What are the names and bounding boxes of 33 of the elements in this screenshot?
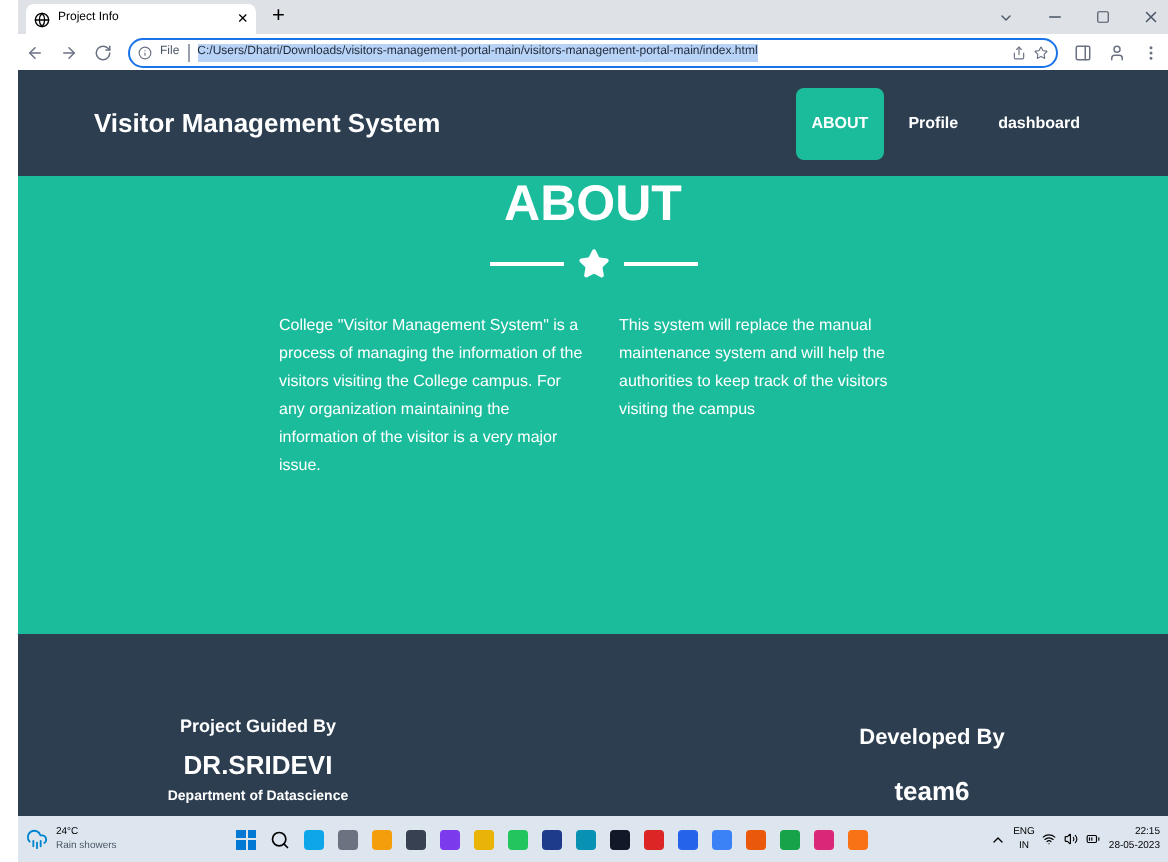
footer-heading: Developed By [859,724,1005,754]
nav-link[interactable]: dashboard [982,87,1096,159]
new-tab-button[interactable]: + [272,0,285,34]
app-icon[interactable] [406,829,427,849]
footer-heading: Project Guided By [179,714,337,740]
info-icon [138,45,152,59]
about-paragraph: This system will replace the manual maintenance system and will help the authorities to keep track of the visitors visiting the campus [619,314,890,422]
side-panel-icon[interactable] [1074,43,1092,61]
restore-icon[interactable] [1096,10,1110,24]
nav-link[interactable]: Profile [892,87,975,159]
reload-icon[interactable] [94,43,112,61]
app-icon[interactable] [542,829,563,849]
about-heading: ABOUT [504,176,682,232]
close-tab-button[interactable]: × [237,5,248,33]
guide-name: DR.SRIDEVI [183,747,333,783]
profile-icon[interactable] [1108,43,1126,61]
bookmark-star-icon[interactable] [1034,45,1048,59]
share-icon[interactable] [1012,45,1026,59]
star-icon [577,248,609,280]
start-icon[interactable] [236,829,257,849]
speaker-icon[interactable] [1064,832,1079,846]
team-name: team6 [894,773,970,809]
search-icon[interactable] [270,829,291,849]
app-icon[interactable] [610,829,631,849]
brand-title: Visitor Management System [94,105,443,142]
weather-icon[interactable] [26,828,48,850]
forward-icon[interactable] [60,43,78,61]
globe-icon [34,11,50,27]
back-icon[interactable] [26,43,44,61]
about-paragraph: College "Visitor Management System" is a process of managing the information of the visitors visiting the College campus. For any organization maintaining the information of the visitor is a very major issue. [279,314,583,478]
close-icon[interactable] [1142,8,1160,26]
battery-icon[interactable] [1086,832,1101,846]
wifi-icon[interactable] [1042,832,1057,846]
